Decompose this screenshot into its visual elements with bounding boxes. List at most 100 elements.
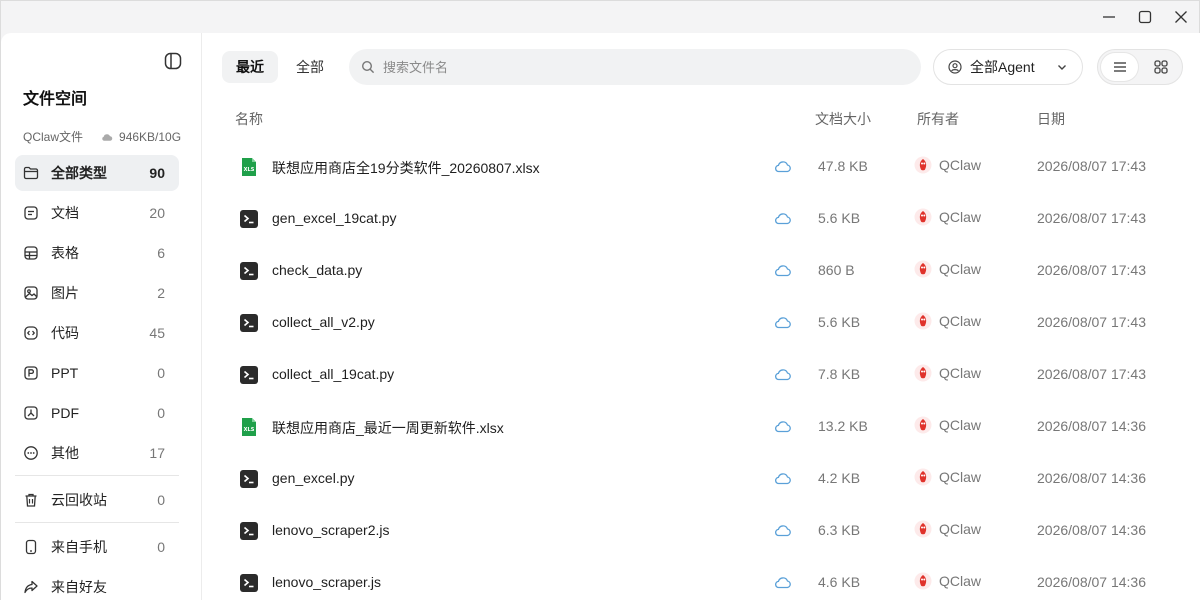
sidebar-item-documents[interactable]: 文档 20	[15, 195, 179, 231]
cloud-sync-icon[interactable]	[774, 210, 792, 226]
table-row[interactable]: collect_all_19cat.py 7.8 KB QClaw 2026/08/0…	[202, 349, 1200, 401]
qclaw-logo-icon	[914, 312, 932, 330]
cloud-sync-icon[interactable]	[774, 158, 792, 174]
search-input[interactable]	[383, 59, 883, 75]
file-owner: QClaw	[914, 312, 981, 330]
cloud-sync-icon[interactable]	[774, 418, 792, 434]
column-header-name[interactable]: 名称	[235, 109, 263, 129]
file-name[interactable]: gen_excel_19cat.py	[272, 210, 397, 226]
close-icon	[1175, 11, 1187, 23]
file-date: 2026/08/07 17:43	[1037, 158, 1146, 174]
sidebar-item-others[interactable]: 其他 17	[15, 435, 179, 471]
sidebar-item-code[interactable]: 代码 45	[15, 315, 179, 351]
file-date: 2026/08/07 17:43	[1037, 262, 1146, 278]
file-name[interactable]: 联想应用商店_最近一周更新软件.xlsx	[272, 418, 504, 438]
tab-bar: 最近 全部	[222, 51, 338, 83]
maximize-button[interactable]	[1127, 1, 1163, 33]
app-window: 文件空间 QClaw文件 946KB/10G 全部类型 90 文档 20 表格 …	[0, 0, 1200, 600]
sidebar-item-ppt[interactable]: PPT 0	[15, 355, 179, 391]
table-row[interactable]: XLS 联想应用商店全19分类软件_20260807.xlsx 47.8 KB QCl…	[202, 141, 1200, 193]
excel-file-icon: XLS	[240, 157, 258, 177]
column-header-size[interactable]: 文档大小	[815, 109, 871, 129]
svg-text:XLS: XLS	[244, 427, 255, 433]
column-header-date[interactable]: 日期	[1037, 109, 1065, 129]
file-owner: QClaw	[914, 416, 981, 434]
file-name[interactable]: check_data.py	[272, 262, 362, 278]
sidebar-item-count: 90	[149, 165, 165, 181]
sidebar-item-all-types[interactable]: 全部类型 90	[15, 155, 179, 191]
sidebar-item-count: 45	[149, 325, 165, 341]
file-name[interactable]: lenovo_scraper2.js	[272, 522, 390, 538]
sidebar-item-label: 图片	[51, 285, 79, 301]
list-view-button[interactable]	[1101, 53, 1138, 81]
table-row[interactable]: gen_excel.py 4.2 KB QClaw 2026/08/07 14:36	[202, 453, 1200, 505]
sidebar-item-count: 0	[157, 539, 165, 555]
minimize-button[interactable]	[1091, 1, 1127, 33]
code-icon	[23, 325, 39, 341]
cloud-sync-icon[interactable]	[774, 522, 792, 538]
svg-text:XLS: XLS	[244, 167, 255, 173]
sidebar-item-from-phone[interactable]: 来自手机 0	[15, 529, 179, 565]
file-owner: QClaw	[914, 260, 981, 278]
file-name[interactable]: 联想应用商店全19分类软件_20260807.xlsx	[272, 158, 540, 178]
tab-recent[interactable]: 最近	[222, 51, 278, 83]
file-date: 2026/08/07 17:43	[1037, 210, 1146, 226]
code-file-icon	[240, 314, 258, 334]
cloud-sync-icon[interactable]	[774, 574, 792, 590]
file-size: 4.2 KB	[818, 470, 861, 486]
table-row[interactable]: XLS 联想应用商店_最近一周更新软件.xlsx 13.2 KB QClaw 2026/…	[202, 401, 1200, 453]
agent-icon	[948, 60, 962, 74]
sidebar-item-label: 来自好友	[51, 579, 107, 595]
cloud-sync-icon[interactable]	[774, 470, 792, 486]
storage-name: QClaw文件	[23, 130, 84, 144]
file-owner: QClaw	[914, 520, 981, 538]
file-name[interactable]: collect_all_19cat.py	[272, 366, 394, 382]
qclaw-logo-icon	[914, 520, 932, 538]
sidebar-item-spreadsheets[interactable]: 表格 6	[15, 235, 179, 271]
search-box[interactable]	[349, 49, 921, 85]
sidebar-item-count: 0	[157, 492, 165, 508]
code-file-icon	[240, 210, 258, 230]
table-row[interactable]: lenovo_scraper.js 4.6 KB QClaw 2026/08/07 1…	[202, 557, 1200, 600]
sidebar-item-images[interactable]: 图片 2	[15, 275, 179, 311]
qclaw-logo-icon	[914, 156, 932, 174]
sidebar-item-recycle-bin[interactable]: 云回收站 0	[15, 482, 179, 518]
cloud-sync-icon[interactable]	[774, 314, 792, 330]
cloud-sync-icon[interactable]	[774, 262, 792, 278]
code-file-icon	[240, 522, 258, 542]
owner-name: QClaw	[939, 573, 982, 589]
sidebar-item-label: 表格	[51, 245, 79, 261]
table-icon	[23, 245, 39, 261]
agent-filter-dropdown[interactable]: 全部Agent	[933, 49, 1083, 85]
cloud-sync-icon[interactable]	[774, 366, 792, 382]
file-owner: QClaw	[914, 156, 981, 174]
table-header: 名称 文档大小 所有者 日期	[235, 109, 1185, 129]
sidebar-toggle-button[interactable]	[163, 51, 183, 71]
file-name[interactable]: collect_all_v2.py	[272, 314, 375, 330]
grid-view-button[interactable]	[1142, 53, 1179, 81]
sidebar-item-count: 0	[157, 405, 165, 421]
qclaw-logo-icon	[914, 572, 932, 590]
cloud-icon	[102, 133, 113, 141]
sidebar-item-label: PPT	[51, 365, 79, 381]
owner-name: QClaw	[939, 209, 982, 225]
sidebar-item-count: 2	[157, 285, 165, 301]
table-row[interactable]: check_data.py 860 B QClaw 2026/08/07 17:43	[202, 245, 1200, 297]
sidebar-item-pdf[interactable]: PDF 0	[15, 395, 179, 431]
close-button[interactable]	[1163, 1, 1199, 33]
file-name[interactable]: lenovo_scraper.js	[272, 574, 381, 590]
table-row[interactable]: lenovo_scraper2.js 6.3 KB QClaw 2026/08/07 …	[202, 505, 1200, 557]
file-date: 2026/08/07 14:36	[1037, 522, 1146, 538]
file-size: 5.6 KB	[818, 210, 861, 226]
tab-all[interactable]: 全部	[282, 51, 338, 83]
sidebar-item-from-friends[interactable]: 来自好友	[15, 569, 179, 600]
divider	[15, 475, 179, 476]
qclaw-logo-icon	[914, 468, 932, 486]
table-row[interactable]: collect_all_v2.py 5.6 KB QClaw 2026/08/07 1…	[202, 297, 1200, 349]
qclaw-logo-icon	[914, 208, 932, 226]
column-header-owner[interactable]: 所有者	[917, 109, 959, 129]
file-name[interactable]: gen_excel.py	[272, 470, 355, 486]
maximize-icon	[1138, 10, 1152, 24]
table-row[interactable]: gen_excel_19cat.py 5.6 KB QClaw 2026/08/07 …	[202, 193, 1200, 245]
sidebar-item-count: 20	[149, 205, 165, 221]
